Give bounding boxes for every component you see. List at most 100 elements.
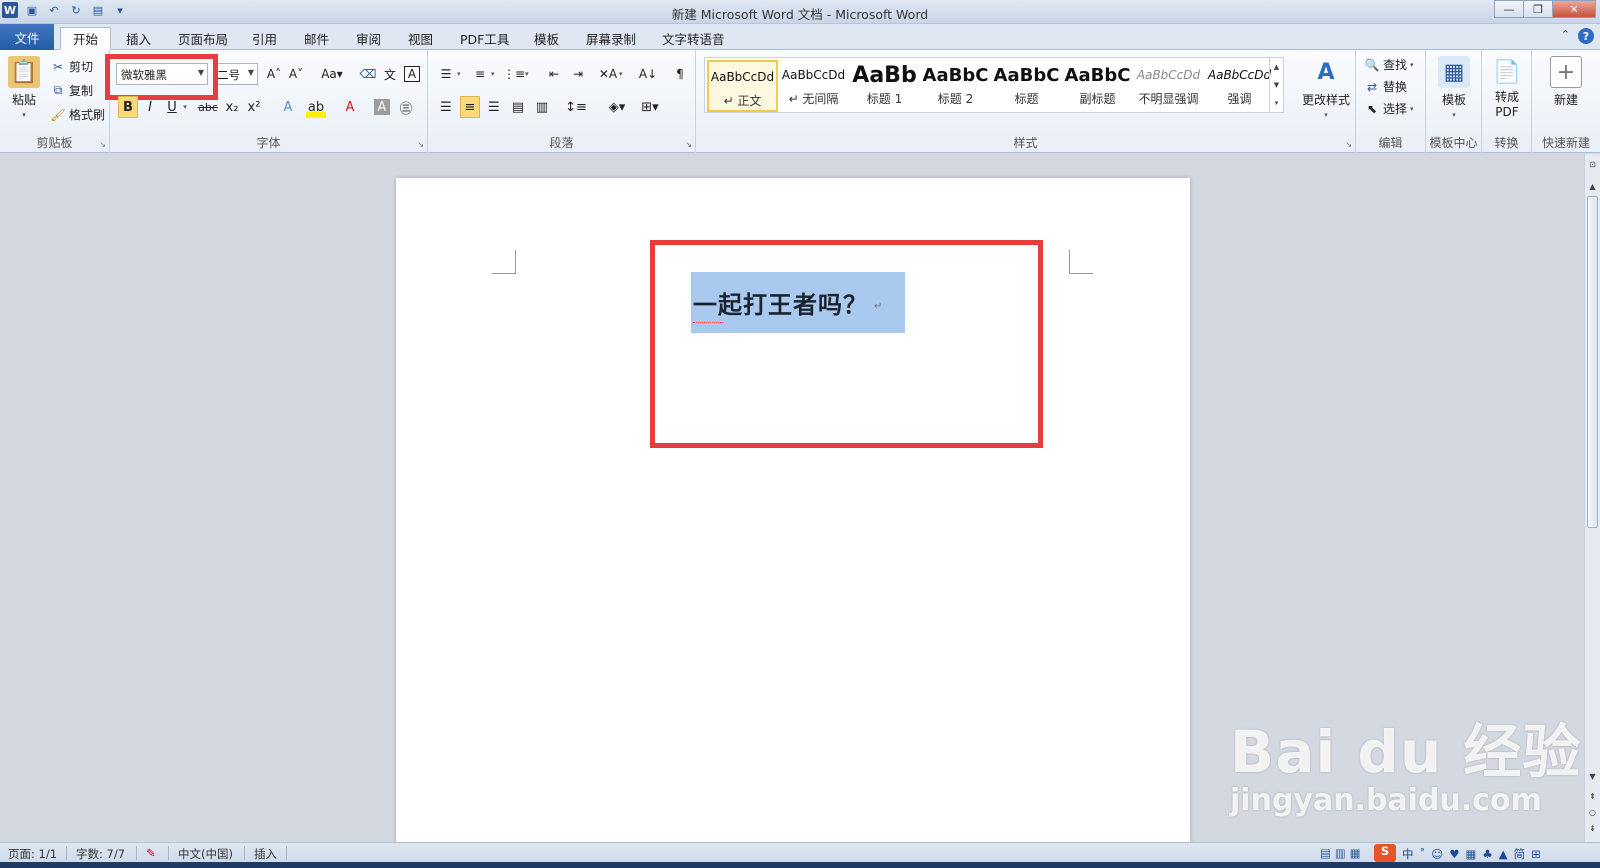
tab-review[interactable]: 审阅: [344, 27, 393, 50]
tab-page-layout[interactable]: 页面布局: [166, 27, 240, 50]
change-styles-icon: A: [1317, 59, 1335, 85]
replace-button[interactable]: ⇄ 替换: [1364, 78, 1407, 95]
cut-button[interactable]: ✂ 剪切: [50, 58, 93, 75]
to-pdf-button[interactable]: 📄 转成 PDF: [1488, 56, 1526, 120]
underline-button[interactable]: U: [162, 96, 182, 118]
language-indicator[interactable]: 中文(中国): [178, 846, 233, 862]
dialog-launcher-icon[interactable]: ↘: [1345, 140, 1352, 149]
style-subtle-emphasis[interactable]: AaBbCcDd 不明显强调: [1133, 60, 1204, 112]
word-count[interactable]: 字数: 7/7: [76, 846, 125, 862]
ribbon-tabs: 文件 开始 插入 页面布局 引用 邮件 审阅 视图 PDF工具 模板 屏幕录制 …: [0, 24, 1600, 50]
tab-references[interactable]: 引用: [240, 27, 289, 50]
style-emphasis[interactable]: AaBbCcDd 强调: [1204, 60, 1275, 112]
align-center-button[interactable]: ≡: [460, 96, 480, 118]
style-no-spacing[interactable]: AaBbCcDd ↵ 无间隔: [778, 60, 849, 112]
scroll-down-icon[interactable]: ▼: [1587, 770, 1598, 782]
style-heading-2[interactable]: AaBbC 标题 2: [920, 60, 991, 112]
decrease-indent-button[interactable]: ⇤: [546, 66, 562, 82]
borders-button[interactable]: ⊞▾: [636, 96, 664, 118]
font-size-select[interactable]: 二号 ▼: [214, 63, 258, 85]
style-title[interactable]: AaBbC 标题: [991, 60, 1062, 112]
minimize-ribbon-icon[interactable]: ⌃: [1561, 28, 1570, 44]
format-painter-button[interactable]: 🖌 格式刷: [50, 106, 105, 123]
ruler-toggle-icon[interactable]: ⊡: [1587, 158, 1598, 170]
view-buttons[interactable]: ▤▥▦: [1320, 846, 1365, 860]
numbering-button[interactable]: ≡ ▾: [472, 66, 495, 82]
scroll-thumb[interactable]: [1587, 196, 1598, 528]
page-count[interactable]: 页面: 1/1: [8, 846, 57, 862]
align-left-button[interactable]: ☰: [436, 96, 456, 118]
next-page-icon[interactable]: ⇟: [1587, 822, 1598, 834]
browse-object-icon[interactable]: ○: [1587, 806, 1598, 818]
paste-button[interactable]: 📋 粘贴 ▾: [6, 56, 42, 119]
italic-button[interactable]: I: [140, 96, 160, 118]
sogou-ime-icon[interactable]: S: [1374, 844, 1396, 862]
ime-toolbar-icons[interactable]: 中˚☺♥▦♣▲简⊞: [1402, 846, 1547, 862]
tab-templates[interactable]: 模板: [522, 27, 571, 50]
scroll-up-icon[interactable]: ▲: [1587, 180, 1598, 192]
phonetic-guide-button[interactable]: 文: [382, 66, 398, 82]
tab-mailings[interactable]: 邮件: [292, 27, 341, 50]
bullets-button[interactable]: ☰ ▾: [438, 66, 461, 82]
prev-page-icon[interactable]: ⇞: [1587, 790, 1598, 802]
show-marks-button[interactable]: ¶: [672, 66, 688, 82]
style-normal[interactable]: AaBbCcDd ↵ 正文: [707, 60, 778, 112]
grow-font-button[interactable]: A˄: [266, 66, 282, 82]
sort-button[interactable]: A↓: [639, 66, 657, 82]
dialog-launcher-icon[interactable]: ↘: [685, 140, 692, 149]
shrink-font-button[interactable]: A˅: [288, 66, 304, 82]
dialog-launcher-icon[interactable]: ↘: [417, 140, 424, 149]
minimize-button[interactable]: —: [1494, 0, 1524, 18]
underline-dropdown[interactable]: ▾: [180, 96, 190, 118]
justify-button[interactable]: ▤: [508, 96, 528, 118]
copy-icon: ⧉: [53, 83, 63, 97]
insert-mode-indicator[interactable]: 插入: [254, 846, 277, 862]
copy-button[interactable]: ⧉ 复制: [50, 82, 93, 99]
highlight-button[interactable]: ab: [306, 96, 326, 118]
style-subtitle[interactable]: AaBbC 副标题: [1062, 60, 1133, 112]
distributed-button[interactable]: ▥: [532, 96, 552, 118]
multilevel-list-button[interactable]: ⋮≡ ▾: [503, 66, 529, 82]
change-styles-button[interactable]: A 更改样式 ▾: [1298, 56, 1354, 120]
clear-format-button[interactable]: ⌫: [360, 66, 377, 82]
subscript-button[interactable]: x₂: [222, 96, 242, 118]
enclose-char-button[interactable]: ㊂: [396, 96, 416, 118]
increase-indent-button[interactable]: ⇥: [570, 66, 586, 82]
superscript-button[interactable]: x²: [244, 96, 264, 118]
proofing-icon[interactable]: ✎: [146, 846, 156, 860]
find-button[interactable]: 🔍 查找 ▾: [1364, 56, 1414, 73]
shading-button[interactable]: ◈▾: [604, 96, 630, 118]
tab-home[interactable]: 开始: [60, 27, 112, 50]
maximize-button[interactable]: ❐: [1523, 0, 1553, 18]
template-center-label: 模板中心: [1429, 136, 1478, 150]
templates-button[interactable]: ▦ 模板 ▾: [1436, 56, 1472, 119]
strikethrough-button[interactable]: abc: [198, 96, 218, 118]
select-button[interactable]: ⬉ 选择 ▾: [1364, 100, 1414, 117]
text-effects-button[interactable]: A: [278, 96, 298, 118]
tab-insert[interactable]: 插入: [114, 27, 163, 50]
char-border-button[interactable]: A: [404, 66, 420, 82]
char-border-icon: A: [404, 66, 420, 82]
dialog-launcher-icon[interactable]: ↘: [99, 140, 106, 149]
vertical-scrollbar[interactable]: ⊡ ▲ ▼ ⇞ ○ ⇟: [1584, 154, 1600, 842]
style-heading-1[interactable]: AaBb 标题 1: [849, 60, 920, 112]
bold-button[interactable]: B: [118, 96, 138, 118]
chinese-layout-button[interactable]: ✕A ▾: [599, 66, 623, 82]
close-button[interactable]: ✕: [1552, 0, 1596, 18]
clipboard-group: 📋 粘贴 ▾ ✂ 剪切 ⧉ 复制 🖌 格式刷 剪贴板 ↘: [0, 50, 110, 153]
gallery-scroll[interactable]: ▲ ▼ ▾: [1269, 58, 1283, 112]
tab-pdf-tools[interactable]: PDF工具: [448, 27, 521, 50]
align-right-button[interactable]: ☰: [484, 96, 504, 118]
tab-view[interactable]: 视图: [396, 27, 445, 50]
replace-icon: ⇄: [1366, 79, 1378, 94]
tab-file[interactable]: 文件: [0, 24, 54, 50]
font-color-button[interactable]: A: [340, 96, 360, 118]
char-shading-button[interactable]: A: [374, 99, 390, 115]
line-spacing-button[interactable]: ↕≡: [562, 96, 590, 118]
change-case-button[interactable]: Aa▾: [320, 66, 344, 82]
tab-text-to-speech[interactable]: 文字转语音: [650, 27, 737, 50]
help-icon[interactable]: ?: [1578, 28, 1594, 44]
pdf-icon: 📄: [1493, 59, 1521, 85]
tab-screen-record[interactable]: 屏幕录制: [574, 27, 648, 50]
new-button[interactable]: + 新建: [1546, 56, 1586, 108]
